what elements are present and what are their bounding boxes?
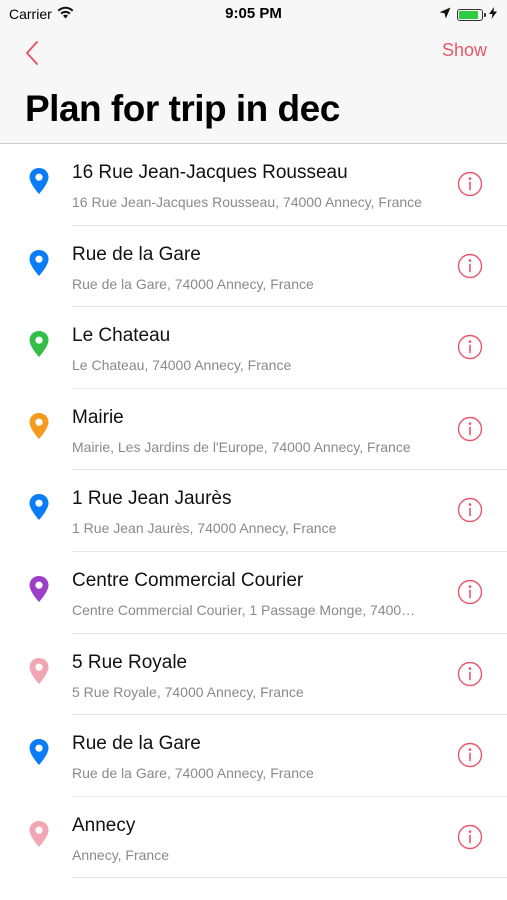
info-icon[interactable]	[457, 824, 483, 850]
place-row[interactable]: Centre Commercial Courier Centre Commerc…	[0, 552, 507, 634]
place-title: Mairie	[72, 406, 124, 428]
map-pin-icon	[29, 412, 49, 439]
place-list: 16 Rue Jean-Jacques Rousseau 16 Rue Jean…	[0, 144, 507, 879]
place-subtitle: Rue de la Gare, 74000 Annecy, France	[72, 765, 314, 782]
info-icon[interactable]	[457, 253, 483, 279]
place-row[interactable]: 5 Rue Royale 5 Rue Royale, 74000 Annecy,…	[0, 634, 507, 716]
place-title: Annecy	[72, 814, 136, 836]
place-subtitle: 1 Rue Jean Jaurès, 74000 Annecy, France	[72, 520, 337, 537]
place-title: 1 Rue Jean Jaurès	[72, 488, 232, 510]
place-title: Centre Commercial Courier	[72, 569, 304, 591]
chevron-left-icon	[26, 41, 38, 65]
info-icon[interactable]	[457, 579, 483, 605]
info-icon[interactable]	[457, 416, 483, 442]
place-subtitle: 5 Rue Royale, 74000 Annecy, France	[72, 683, 304, 700]
info-icon[interactable]	[457, 171, 483, 197]
place-subtitle: Rue de la Gare, 74000 Annecy, France	[72, 275, 314, 292]
info-icon[interactable]	[457, 661, 483, 687]
map-pin-icon	[29, 331, 49, 358]
place-title: Rue de la Gare	[72, 733, 201, 755]
map-pin-icon	[29, 575, 49, 602]
place-row[interactable]: Annecy Annecy, France	[0, 797, 507, 879]
place-subtitle: 16 Rue Jean-Jacques Rousseau, 74000 Anne…	[72, 194, 422, 210]
place-subtitle: Le Chateau, 74000 Annecy, France	[72, 357, 292, 374]
place-subtitle: Mairie, Les Jardins de l'Europe, 74000 A…	[72, 438, 411, 455]
place-title: Le Chateau	[72, 325, 171, 347]
status-time: 9:05 PM	[225, 5, 282, 22]
map-pin-icon	[29, 168, 49, 194]
navigation-bar: Show Plan for trip in dec	[0, 28, 507, 144]
place-row[interactable]: Rue de la Gare Rue de la Gare, 74000 Ann…	[0, 226, 507, 308]
place-row[interactable]: 1 Rue Jean Jaurès 1 Rue Jean Jaurès, 740…	[0, 470, 507, 552]
place-row[interactable]: Mairie Mairie, Les Jardins de l'Europe, …	[0, 389, 507, 471]
place-title: 16 Rue Jean-Jacques Rousseau	[72, 162, 348, 183]
place-row[interactable]: Le Chateau Le Chateau, 74000 Annecy, Fra…	[0, 307, 507, 389]
map-pin-icon	[29, 494, 49, 521]
battery-icon	[457, 9, 486, 21]
place-subtitle: Centre Commercial Courier, 1 Passage Mon…	[72, 601, 416, 618]
map-pin-icon	[29, 820, 49, 847]
status-bar: Carrier 9:05 PM	[0, 0, 507, 28]
row-separator	[72, 877, 507, 879]
battery-fill	[459, 11, 478, 19]
place-title: Rue de la Gare	[72, 243, 201, 265]
info-icon[interactable]	[457, 497, 483, 523]
location-arrow-icon	[439, 6, 451, 24]
info-icon[interactable]	[457, 742, 483, 768]
map-pin-icon	[29, 657, 49, 684]
place-row[interactable]: 16 Rue Jean-Jacques Rousseau 16 Rue Jean…	[0, 144, 507, 226]
place-title: 5 Rue Royale	[72, 651, 188, 673]
status-right	[439, 6, 497, 24]
charging-bolt-icon	[489, 6, 497, 24]
show-button[interactable]: Show	[442, 40, 487, 61]
map-pin-icon	[29, 249, 49, 276]
info-icon[interactable]	[457, 334, 483, 360]
place-subtitle: Annecy, France	[72, 846, 170, 863]
place-row[interactable]: Rue de la Gare Rue de la Gare, 74000 Ann…	[0, 715, 507, 797]
page-title: Plan for trip in dec	[25, 88, 340, 129]
map-pin-icon	[29, 739, 49, 766]
back-button[interactable]	[22, 38, 46, 68]
